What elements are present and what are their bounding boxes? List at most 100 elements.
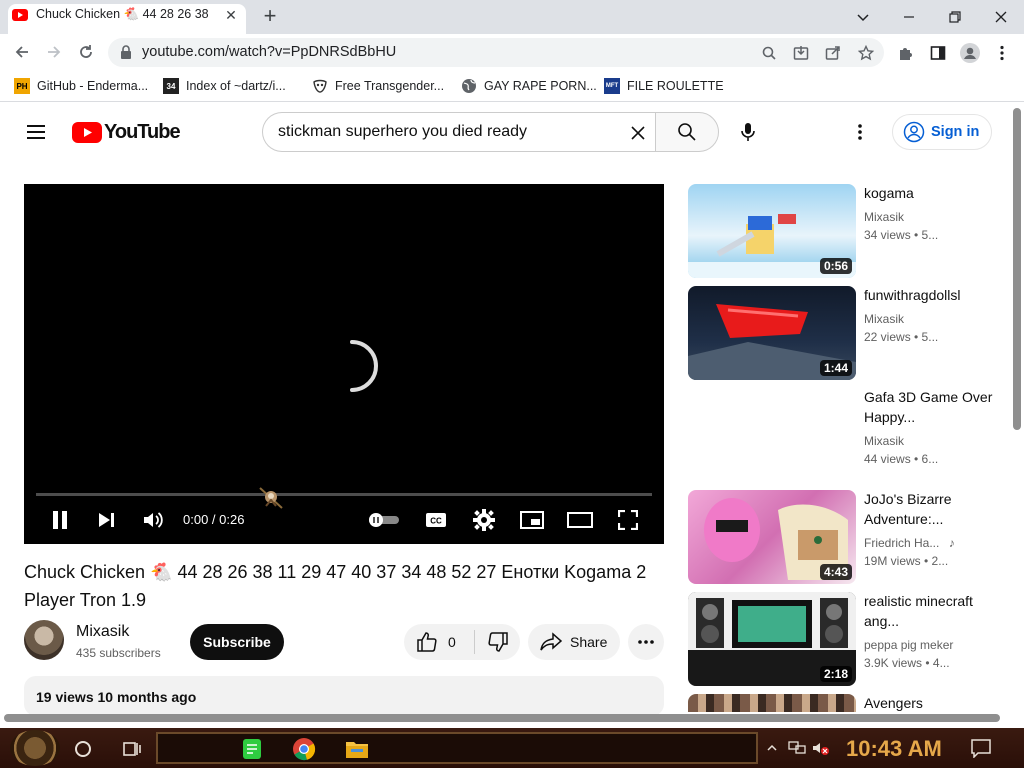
thumbs-down-icon: [488, 632, 508, 652]
recommended-channel[interactable]: peppa pig meker: [864, 638, 953, 652]
recommended-title[interactable]: realistic minecraft ang...: [864, 591, 994, 631]
new-tab-button[interactable]: +: [258, 5, 282, 29]
time-display: 0:00 / 0:26: [183, 512, 245, 527]
url-text[interactable]: youtube.com/watch?v=PpDNRSdBbHU: [142, 44, 396, 60]
bookmark-34-icon: 34: [163, 78, 179, 94]
captions-button[interactable]: CC: [422, 505, 450, 535]
search-icon: [678, 123, 696, 141]
video-thumbnail[interactable]: 1:44: [688, 286, 856, 380]
back-button[interactable]: [8, 38, 36, 66]
bookmark-mft-icon: MFT: [604, 78, 620, 94]
like-button[interactable]: 0: [404, 624, 474, 660]
reload-button[interactable]: [72, 38, 100, 66]
show-hidden-icons-chevron-icon[interactable]: [766, 742, 778, 754]
gear-icon: [473, 509, 495, 531]
bookmark-star-icon[interactable]: [855, 42, 877, 64]
loading-spinner-icon: [332, 336, 380, 396]
recommended-title[interactable]: kogama: [864, 183, 994, 203]
fullscreen-icon: [618, 510, 638, 530]
chrome-menu-icon[interactable]: [991, 42, 1013, 64]
tab-title: Chuck Chicken 🐔 44 28 26 38: [36, 7, 209, 21]
sign-in-label: Sign in: [931, 124, 980, 140]
clear-search-icon[interactable]: [626, 121, 650, 145]
voice-search-button[interactable]: [728, 112, 768, 152]
profile-avatar-icon[interactable]: [959, 42, 981, 64]
recommended-title[interactable]: Gafa 3D Game Over Happy...: [864, 387, 994, 427]
chrome-icon[interactable]: [292, 737, 316, 761]
subscribe-button[interactable]: Subscribe: [190, 624, 284, 660]
captions-icon: CC: [426, 513, 446, 527]
extensions-puzzle-icon[interactable]: [895, 42, 917, 64]
theater-mode-button[interactable]: [566, 505, 594, 535]
recommended-title[interactable]: funwithragdollsl: [864, 285, 994, 305]
recommended-channel[interactable]: Mixasik: [864, 434, 904, 448]
volume-icon: [144, 512, 163, 528]
video-duration: 0:56: [819, 258, 852, 274]
tab-search-chevron-icon[interactable]: [840, 0, 886, 34]
miniplayer-button[interactable]: [518, 505, 546, 535]
share-button[interactable]: Share: [528, 624, 620, 660]
volume-button[interactable]: [138, 505, 168, 535]
microphone-icon: [741, 123, 755, 141]
recommended-channel[interactable]: Mixasik: [864, 312, 904, 326]
bookmark-item[interactable]: GAY RAPE PORN...: [461, 76, 597, 96]
channel-name[interactable]: Mixasik: [76, 623, 129, 641]
search-button[interactable]: [655, 112, 719, 152]
taskbar-clock[interactable]: 10:43 AM: [846, 736, 942, 762]
hamburger-menu-icon[interactable]: [24, 120, 48, 144]
close-window-button[interactable]: [978, 0, 1024, 34]
sign-in-button[interactable]: Sign in: [892, 114, 992, 150]
file-explorer-icon[interactable]: [345, 738, 369, 760]
recommended-channel[interactable]: Mixasik: [864, 210, 904, 224]
more-actions-button[interactable]: [628, 624, 664, 660]
horizontal-scrollbar[interactable]: [4, 714, 1000, 722]
cortana-circle-icon[interactable]: [72, 738, 94, 760]
bookmark-label: Index of ~dartz/i...: [186, 79, 286, 93]
settings-button[interactable]: [470, 505, 498, 535]
vertical-scrollbar[interactable]: [1013, 108, 1021, 430]
lock-icon[interactable]: [120, 45, 132, 59]
theater-mode-icon: [567, 512, 593, 528]
notification-center-icon[interactable]: [970, 738, 992, 758]
bookmark-item[interactable]: MFT FILE ROULETTE: [604, 76, 724, 96]
bookmark-label: GitHub - Enderma...: [37, 79, 149, 93]
share-label: Share: [570, 634, 608, 650]
recommended-channel[interactable]: Friedrich Ha... ♪: [864, 536, 955, 550]
video-thumbnail[interactable]: 2:18: [688, 592, 856, 686]
scrubber-sprite-icon[interactable]: [256, 484, 286, 514]
zoom-search-icon[interactable]: [758, 42, 780, 64]
bookmark-label: GAY RAPE PORN...: [484, 79, 597, 93]
account-circle-icon: [903, 121, 925, 143]
subscriber-count: 435 subscribers: [76, 646, 161, 660]
recommended-title[interactable]: Avengers: [864, 693, 994, 713]
video-thumbnail[interactable]: 0:56: [688, 184, 856, 278]
start-button[interactable]: [10, 730, 60, 766]
restore-button[interactable]: [932, 0, 978, 34]
recommended-title[interactable]: JoJo's Bizarre Adventure:...: [864, 489, 994, 529]
youtube-logo[interactable]: YouTube: [72, 121, 181, 144]
video-thumbnail[interactable]: 4:43: [688, 490, 856, 584]
side-panel-icon[interactable]: [927, 42, 949, 64]
minimize-button[interactable]: [886, 0, 932, 34]
volume-muted-icon[interactable]: [812, 740, 830, 756]
autoplay-toggle[interactable]: [366, 505, 402, 535]
pause-button[interactable]: [46, 505, 74, 535]
bookmark-item[interactable]: 34 Index of ~dartz/i...: [163, 76, 286, 96]
task-view-icon[interactable]: [120, 738, 142, 760]
video-thumbnail[interactable]: [688, 694, 856, 712]
dislike-button[interactable]: [476, 624, 520, 660]
install-app-icon[interactable]: [790, 42, 812, 64]
progress-bar[interactable]: [36, 493, 652, 496]
network-icon[interactable]: [788, 740, 806, 756]
settings-more-icon[interactable]: [848, 120, 872, 144]
share-page-icon[interactable]: [822, 42, 844, 64]
next-button[interactable]: [92, 505, 120, 535]
fullscreen-button[interactable]: [614, 505, 642, 535]
channel-avatar[interactable]: [24, 620, 64, 660]
tab-close-icon[interactable]: ✕: [222, 6, 240, 24]
notes-app-icon[interactable]: [240, 737, 264, 761]
search-input[interactable]: stickman superhero you died ready: [278, 123, 527, 141]
forward-button[interactable]: [40, 38, 68, 66]
bookmark-item[interactable]: Free Transgender...: [312, 76, 444, 96]
bookmark-item[interactable]: PH GitHub - Enderma...: [14, 76, 148, 96]
